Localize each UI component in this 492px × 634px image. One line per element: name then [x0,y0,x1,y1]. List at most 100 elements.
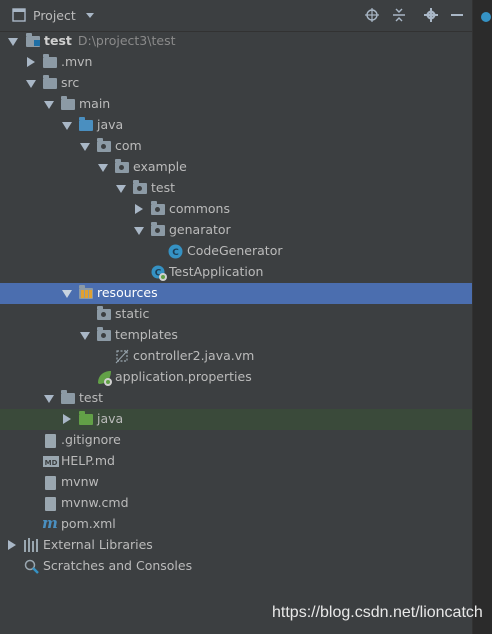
gear-icon[interactable] [424,8,438,22]
folder-icon [43,54,57,68]
chevron-down-icon[interactable] [62,290,72,298]
library-icon [24,538,40,553]
test-source-folder-icon [79,411,93,425]
chevron-down-icon[interactable] [80,332,90,340]
tree-item-mvnw-cmd[interactable]: mvnw.cmd [0,493,472,514]
tree-item-testapplication[interactable]: C TestApplication [0,262,472,283]
template-file-icon [115,349,131,364]
chevron-down-icon[interactable] [44,101,54,109]
folder-icon [61,390,75,404]
tree-item-static[interactable]: static [0,304,472,325]
tree-item-label: application.properties [115,369,252,384]
tree-item-gitignore[interactable]: .gitignore [0,430,472,451]
tree-item-controller2-vm[interactable]: controller2.java.vm [0,346,472,367]
tree-item-codegenerator[interactable]: C CodeGenerator [0,241,472,262]
tree-item-project-root[interactable]: test D:\project3\test [0,31,472,52]
tree-item-label: test [44,33,72,48]
tree-item-external-libraries[interactable]: External Libraries [0,535,472,556]
tree-item-mvn[interactable]: .mvn [0,52,472,73]
tree-item-label: External Libraries [43,537,153,552]
tree-item-test-folder[interactable]: test [0,388,472,409]
text-file-icon [45,497,56,511]
chevron-right-icon[interactable] [8,540,16,550]
tree-item-pom-xml[interactable]: m pom.xml [0,514,472,535]
tree-item-label: java [97,411,124,426]
chevron-down-icon[interactable] [44,395,54,403]
package-icon [151,201,165,215]
spring-boot-class-icon: C [151,265,167,281]
tree-item-label: com [115,138,142,153]
tree-item-help-md[interactable]: MD HELP.md [0,451,472,472]
editor-edge [472,0,492,634]
tree-item-label: java [97,117,124,132]
chevron-down-icon[interactable] [134,227,144,235]
module-folder-icon [26,33,40,47]
tree-item-label: genarator [169,222,231,237]
collapse-all-icon[interactable] [392,8,406,22]
tree-item-templates[interactable]: templates [0,325,472,346]
folder-icon [97,306,111,320]
tree-item-label: resources [97,285,158,300]
tree-item-com[interactable]: com [0,136,472,157]
text-file-icon [45,476,56,490]
scratches-icon [24,559,40,574]
project-title: Project [33,8,76,23]
tree-item-label: test [79,390,104,405]
java-class-icon: C [168,244,184,259]
tree-item-src[interactable]: src [0,73,472,94]
chevron-down-icon[interactable] [26,80,36,88]
tree-item-main[interactable]: main [0,94,472,115]
chevron-down-icon[interactable] [80,143,90,151]
tree-item-example[interactable]: example [0,157,472,178]
spring-properties-icon [96,370,112,386]
tree-item-label: TestApplication [169,264,264,279]
tree-item-label: example [133,159,187,174]
source-folder-icon [79,117,93,131]
locate-icon[interactable] [365,8,379,22]
tree-item-label: .mvn [61,54,93,69]
tree-item-label: mvnw.cmd [61,495,129,510]
markdown-file-icon: MD [43,454,59,469]
tree-item-scratches[interactable]: Scratches and Consoles [0,556,472,577]
project-view-selector[interactable]: Project [33,8,94,23]
package-icon [97,138,111,152]
chevron-down-icon[interactable] [116,185,126,193]
svg-text:MD: MD [45,459,58,467]
text-file-icon [45,434,56,448]
tree-item-label: .gitignore [61,432,121,447]
watermark-text: https://blog.csdn.net/lioncatch [272,604,483,621]
tree-item-mvnw[interactable]: mvnw [0,472,472,493]
tree-item-java[interactable]: java [0,115,472,136]
tree-item-commons[interactable]: commons [0,199,472,220]
tree-item-label: Scratches and Consoles [43,558,193,573]
chevron-right-icon[interactable] [135,204,143,214]
project-toolbar: Project [0,0,472,32]
editor-tab-icon [481,12,491,22]
tree-item-label: static [115,306,150,321]
chevron-down-icon[interactable] [8,38,18,46]
tree-item-label: controller2.java.vm [133,348,255,363]
project-path: D:\project3\test [77,33,176,48]
tree-item-test-java[interactable]: java [0,409,472,430]
folder-icon [43,75,57,89]
minimize-icon[interactable] [451,14,463,16]
tree-item-label: test [151,180,176,195]
tree-item-label: main [79,96,111,111]
chevron-down-icon [85,13,94,18]
project-view-icon[interactable] [12,8,26,22]
tree-item-test-package[interactable]: test [0,178,472,199]
tree-item-label: mvnw [61,474,99,489]
tree-item-genarator[interactable]: genarator [0,220,472,241]
tree-item-label: templates [115,327,178,342]
package-icon [115,159,129,173]
chevron-down-icon[interactable] [62,122,72,130]
tree-item-application-properties[interactable]: application.properties [0,367,472,388]
tree-item-resources[interactable]: resources [0,283,472,304]
chevron-right-icon[interactable] [63,414,71,424]
tree-item-label: pom.xml [61,516,116,531]
folder-icon [61,96,75,110]
chevron-down-icon[interactable] [98,164,108,172]
chevron-right-icon[interactable] [27,57,35,67]
tree-item-label: HELP.md [61,453,115,468]
maven-icon: m [42,514,58,532]
